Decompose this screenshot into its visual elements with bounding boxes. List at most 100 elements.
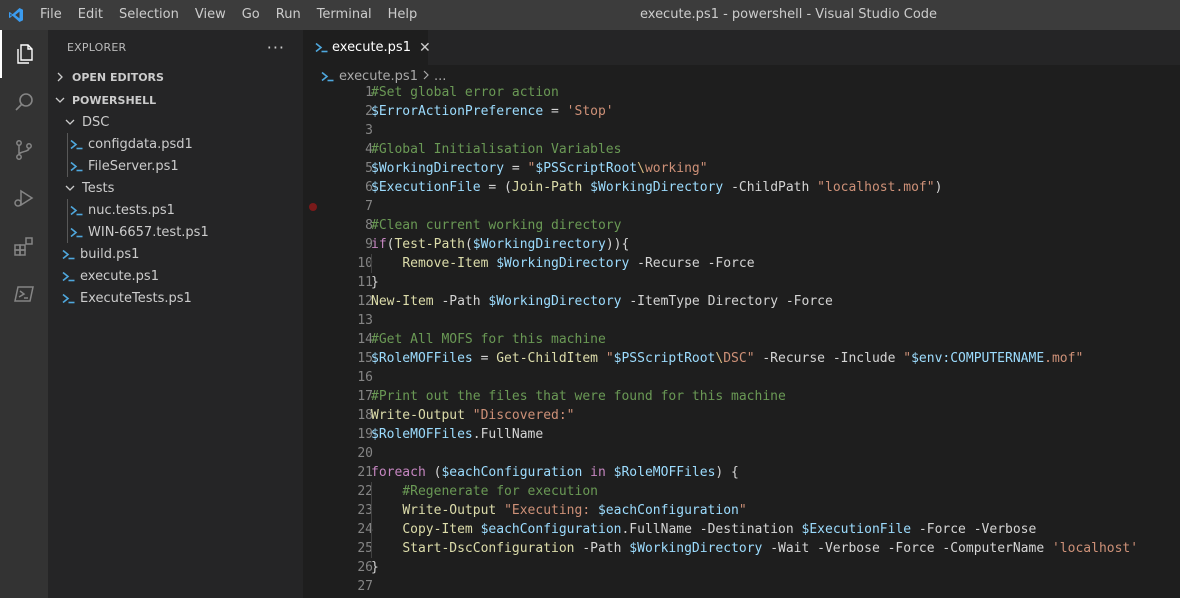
- code-line[interactable]: 25 Start-DscConfiguration -Path $Working…: [303, 539, 1180, 558]
- code-text: Remove-Item $WorkingDirectory -Recurse -…: [402, 256, 755, 271]
- code-line[interactable]: 27: [303, 577, 1180, 596]
- code-line[interactable]: 2 $ErrorActionPreference = 'Stop': [303, 102, 1180, 121]
- code-line[interactable]: 22 #Regenerate for execution: [303, 482, 1180, 501]
- code-line[interactable]: 21 foreach ($eachConfiguration in $RoleMO…: [303, 463, 1180, 482]
- code-text: New-Item -Path $WorkingDirectory -ItemTy…: [371, 294, 833, 309]
- code-line[interactable]: 26}: [303, 558, 1180, 577]
- menu-edit[interactable]: Edit: [70, 0, 111, 30]
- code-line[interactable]: 17 #Print out the files that were found f…: [303, 387, 1180, 406]
- tree-item-label: build.ps1: [80, 246, 140, 262]
- line-number: 8: [365, 218, 373, 233]
- file-executetests-ps1[interactable]: ExecuteTests.ps1: [48, 287, 303, 309]
- file-fileserver-ps1[interactable]: FileServer.ps1: [48, 155, 303, 177]
- code-line[interactable]: 6 $ExecutionFile = (Join-Path $WorkingDir…: [303, 178, 1180, 197]
- powershell-file-icon: [62, 270, 76, 282]
- breadcrumb-more[interactable]: ...: [434, 69, 446, 84]
- close-icon[interactable]: ✕: [419, 40, 431, 56]
- file-tree: DSC configdata.psd1 FileServer.ps1 Tests nuc…: [48, 111, 303, 309]
- code-line[interactable]: 12 New-Item -Path $WorkingDirectory -Item…: [303, 292, 1180, 311]
- menu-view[interactable]: View: [187, 0, 234, 30]
- code-text: $ErrorActionPreference = 'Stop': [371, 104, 614, 119]
- code-line[interactable]: 18 Write-Output "Discovered:": [303, 406, 1180, 425]
- tab-label: execute.ps1: [332, 40, 411, 55]
- code-text: Copy-Item $eachConfiguration.FullName -D…: [402, 522, 1037, 537]
- powershell-file-icon: [70, 226, 84, 238]
- line-number: 11: [357, 275, 373, 290]
- code-line[interactable]: 23 Write-Output "Executing: $eachConfigu…: [303, 501, 1180, 520]
- code-line[interactable]: 20: [303, 444, 1180, 463]
- file-win-6657-test-ps1[interactable]: WIN-6657.test.ps1: [48, 221, 303, 243]
- menu-run[interactable]: Run: [268, 0, 309, 30]
- explorer-title: EXPLORER: [67, 41, 127, 54]
- powershell-file-icon: [70, 204, 84, 216]
- line-number: 7: [365, 199, 373, 214]
- code-line[interactable]: 16: [303, 368, 1180, 387]
- code-text: #Global Initialisation Variables: [371, 142, 622, 157]
- powershell-file-icon: [70, 160, 84, 172]
- tree-item-label: nuc.tests.ps1: [88, 202, 175, 218]
- line-number: 22: [357, 484, 373, 499]
- code-line[interactable]: 7: [303, 197, 1180, 216]
- code-line[interactable]: 24 Copy-Item $eachConfiguration.FullName…: [303, 520, 1180, 539]
- folder-tests[interactable]: Tests: [48, 177, 303, 199]
- tree-item-label: WIN-6657.test.ps1: [88, 224, 209, 240]
- code-line[interactable]: 8 #Clean current working directory: [303, 216, 1180, 235]
- menu-file[interactable]: File: [32, 0, 70, 30]
- explorer-icon[interactable]: [0, 30, 48, 78]
- title-bar: File Edit Selection View Go Run Terminal Help e…: [0, 0, 1180, 30]
- file-build-ps1[interactable]: build.ps1: [48, 243, 303, 265]
- line-number: 13: [357, 313, 373, 328]
- code-line[interactable]: 14 #Get All MOFS for this machine: [303, 330, 1180, 349]
- code-line[interactable]: 5 $WorkingDirectory = "$PSScriptRoot\work…: [303, 159, 1180, 178]
- code-text: foreach ($eachConfiguration in $RoleMOFF…: [371, 465, 739, 480]
- workspace-label: POWERSHELL: [72, 93, 157, 107]
- file-nuc-tests-ps1[interactable]: nuc.tests.ps1: [48, 199, 303, 221]
- menu-help[interactable]: Help: [380, 0, 426, 30]
- tree-item-label: configdata.psd1: [88, 136, 193, 152]
- code-line[interactable]: 13: [303, 311, 1180, 330]
- run-debug-icon[interactable]: [0, 174, 48, 222]
- code-line[interactable]: 19 $RoleMOFFiles.FullName: [303, 425, 1180, 444]
- code-line[interactable]: 4 #Global Initialisation Variables: [303, 140, 1180, 159]
- line-number: 24: [357, 522, 373, 537]
- source-control-icon[interactable]: [0, 126, 48, 174]
- line-number: 1: [365, 85, 373, 100]
- code-editor[interactable]: 1 #Set global error action 2 $ErrorActionPr…: [303, 83, 1180, 596]
- code-line[interactable]: 1 #Set global error action: [303, 83, 1180, 102]
- line-number: 27: [357, 579, 373, 594]
- folder-dsc[interactable]: DSC: [48, 111, 303, 133]
- code-text: $RoleMOFFiles = Get-ChildItem "$PSScript…: [371, 351, 1084, 366]
- chevron-down-icon: [64, 182, 76, 194]
- line-number: 17: [357, 389, 373, 404]
- powershell-file-icon: [70, 138, 84, 150]
- breadcrumb-file[interactable]: execute.ps1: [339, 69, 418, 84]
- menu-go[interactable]: Go: [234, 0, 268, 30]
- code-line[interactable]: 11}: [303, 273, 1180, 292]
- open-editors-section[interactable]: OPEN EDITORS: [48, 66, 303, 88]
- extensions-icon[interactable]: [0, 222, 48, 270]
- line-number: 9: [365, 237, 373, 252]
- code-line[interactable]: 3: [303, 121, 1180, 140]
- code-line[interactable]: 15 $RoleMOFFiles = Get-ChildItem "$PSScri…: [303, 349, 1180, 368]
- code-line[interactable]: 9 if(Test-Path($WorkingDirectory)){: [303, 235, 1180, 254]
- file-execute-ps1[interactable]: execute.ps1: [48, 265, 303, 287]
- file-configdata-psd1[interactable]: configdata.psd1: [48, 133, 303, 155]
- workspace-section[interactable]: POWERSHELL: [48, 89, 303, 111]
- search-icon[interactable]: [0, 78, 48, 126]
- code-text: #Set global error action: [371, 85, 559, 100]
- powershell-file-icon: [62, 292, 76, 304]
- powershell-icon[interactable]: [0, 270, 48, 318]
- line-number: 5: [365, 161, 373, 176]
- code-text: $WorkingDirectory = "$PSScriptRoot\worki…: [371, 161, 708, 176]
- line-number: 14: [357, 332, 373, 347]
- code-line[interactable]: 10 Remove-Item $WorkingDirectory -Recurs…: [303, 254, 1180, 273]
- line-number: 16: [357, 370, 373, 385]
- menu-terminal[interactable]: Terminal: [309, 0, 380, 30]
- powershell-file-icon: [62, 248, 76, 260]
- tab-execute-ps1[interactable]: execute.ps1 ✕: [303, 30, 431, 65]
- menu-selection[interactable]: Selection: [111, 0, 187, 30]
- vscode-logo-icon: [0, 0, 32, 30]
- tree-item-label: DSC: [82, 114, 110, 130]
- indent-guide: [67, 133, 68, 177]
- more-actions-icon[interactable]: ···: [267, 38, 285, 57]
